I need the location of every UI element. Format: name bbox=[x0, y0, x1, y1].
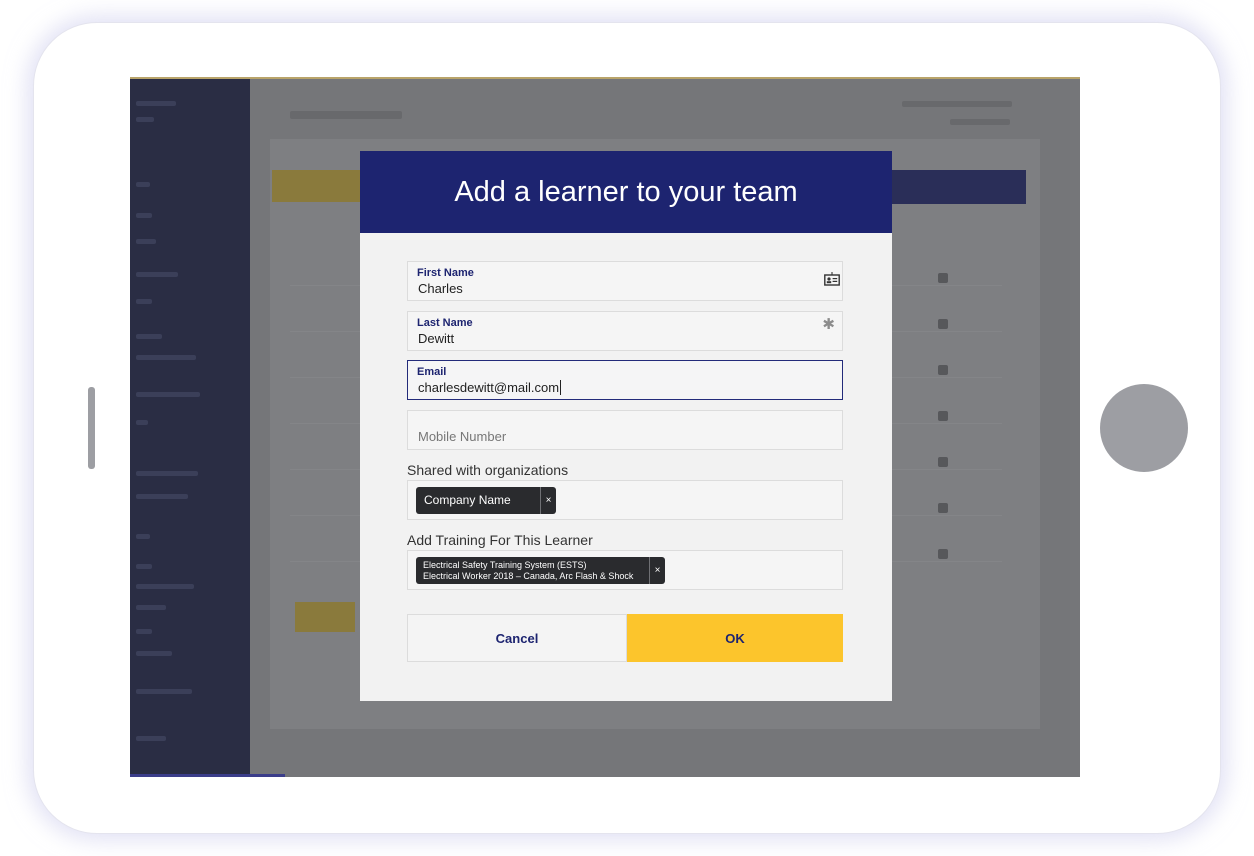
training-input[interactable]: Electrical Safety Training System (ESTS)… bbox=[407, 550, 843, 590]
tablet-side-button bbox=[88, 387, 95, 469]
last-name-field[interactable]: Last Name Dewitt ✱ bbox=[407, 311, 843, 351]
background-yellow-button bbox=[295, 602, 355, 632]
background-header-bar bbox=[892, 170, 1026, 204]
training-label: Add Training For This Learner bbox=[407, 532, 593, 548]
organization-tag: Company Name × bbox=[416, 487, 556, 514]
first-name-field[interactable]: First Name Charles bbox=[407, 261, 843, 301]
mobile-number-field[interactable]: Mobile Number bbox=[407, 410, 843, 450]
training-tag-line2: Electrical Worker 2018 – Canada, Arc Fla… bbox=[423, 571, 634, 581]
dialog-title: Add a learner to your team bbox=[360, 151, 892, 233]
ok-button[interactable]: OK bbox=[627, 614, 843, 662]
mobile-number-placeholder: Mobile Number bbox=[418, 429, 507, 444]
organizations-input[interactable]: Company Name × bbox=[407, 480, 843, 520]
background-sidebar bbox=[130, 79, 250, 777]
training-tag-line1: Electrical Safety Training System (ESTS) bbox=[423, 560, 587, 570]
contact-card-icon[interactable] bbox=[824, 272, 840, 286]
remove-organization-icon[interactable]: × bbox=[540, 487, 556, 514]
background-banner bbox=[272, 170, 362, 202]
organization-tag-label: Company Name bbox=[416, 487, 540, 514]
training-tag-label: Electrical Safety Training System (ESTS)… bbox=[416, 557, 649, 584]
last-name-value: Dewitt bbox=[418, 331, 455, 346]
email-value: charlesdewitt@mail.com bbox=[418, 380, 560, 395]
organizations-label: Shared with organizations bbox=[407, 462, 569, 478]
remove-training-icon[interactable]: × bbox=[649, 557, 665, 584]
tablet-home-button[interactable] bbox=[1100, 384, 1188, 472]
training-tag: Electrical Safety Training System (ESTS)… bbox=[416, 557, 665, 584]
email-field[interactable]: Email charlesdewitt@mail.com bbox=[407, 360, 843, 400]
add-learner-dialog: Add a learner to your team First Name Ch… bbox=[360, 151, 892, 701]
cancel-button[interactable]: Cancel bbox=[407, 614, 627, 662]
first-name-value: Charles bbox=[418, 281, 463, 296]
required-asterisk-icon: ✱ bbox=[822, 316, 835, 333]
email-label: Email bbox=[417, 366, 447, 378]
email-value-wrap: charlesdewitt@mail.com bbox=[418, 380, 562, 395]
app-screen: Add a learner to your team First Name Ch… bbox=[130, 77, 1080, 777]
text-cursor bbox=[560, 380, 562, 395]
last-name-label: Last Name bbox=[417, 317, 473, 329]
first-name-label: First Name bbox=[417, 267, 474, 279]
